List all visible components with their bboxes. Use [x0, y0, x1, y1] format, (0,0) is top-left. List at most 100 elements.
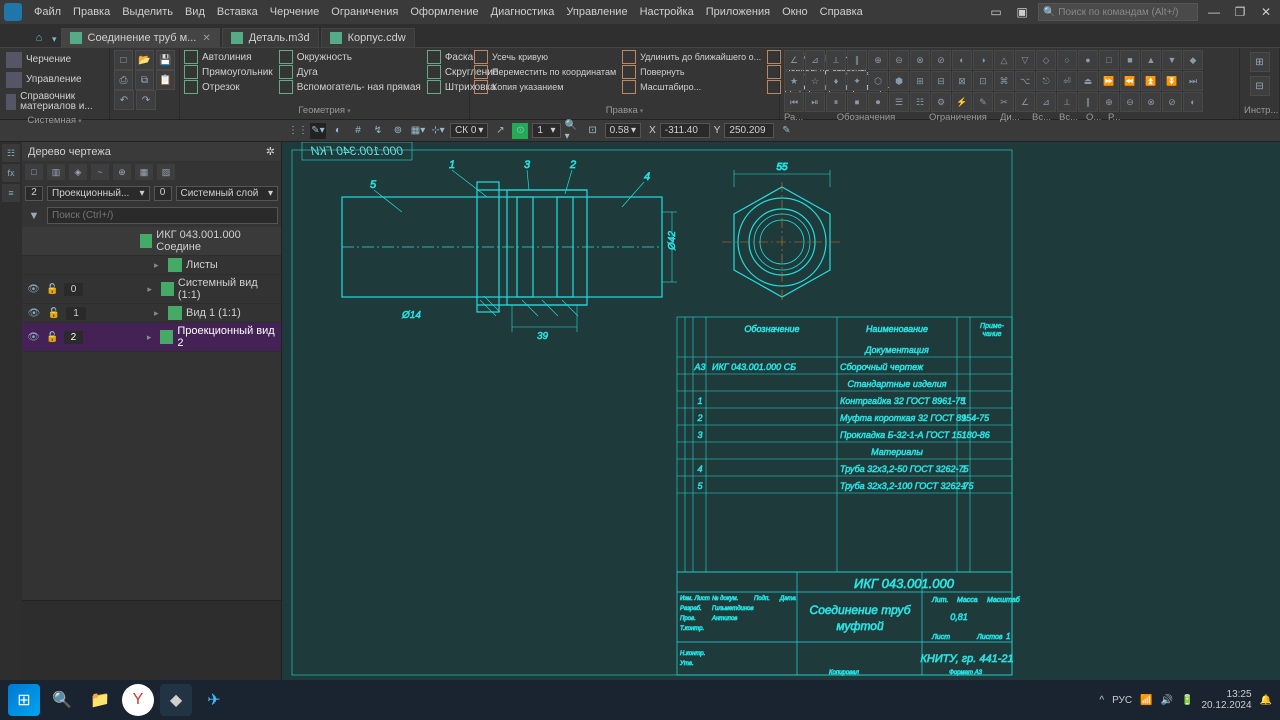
ribbon-tool-icon[interactable]: ☷: [910, 92, 930, 112]
visibility-icon[interactable]: 👁: [26, 308, 42, 319]
tree-search-input[interactable]: [47, 207, 278, 224]
menu-Приложения[interactable]: Приложения: [700, 3, 776, 21]
tt-icon[interactable]: ▥: [47, 164, 65, 180]
menu-Правка[interactable]: Правка: [67, 3, 116, 21]
t3-icon[interactable]: ↯: [370, 123, 386, 139]
ribbon-tool-icon[interactable]: ⏪: [1120, 71, 1140, 91]
doc-tab[interactable]: Соединение труб м...✕: [61, 28, 220, 47]
zoom-icon[interactable]: 🔍▾: [565, 123, 581, 139]
scale-select[interactable]: 1 ▾: [532, 123, 560, 138]
menu-Черчение[interactable]: Черчение: [264, 3, 326, 21]
ribbon-tool-icon[interactable]: ⎋: [1036, 71, 1056, 91]
grip-icon[interactable]: ⋮⋮: [290, 123, 306, 139]
axis-icon[interactable]: ⊹▾: [430, 123, 446, 139]
ribbon-tool-icon[interactable]: ⟂: [826, 50, 846, 70]
print-icon[interactable]: ⎙: [114, 70, 133, 90]
command-search[interactable]: 🔍 Поиск по командам (Alt+/): [1038, 3, 1198, 21]
doc-tab[interactable]: Деталь.m3d: [222, 28, 319, 47]
ribbon-tool-icon[interactable]: ⊘: [1162, 92, 1182, 112]
search-icon[interactable]: 🔍: [46, 684, 78, 716]
ribbon-tool-icon[interactable]: ∠: [1015, 92, 1035, 112]
tt-icon[interactable]: ◈: [69, 164, 87, 180]
ribbon-tool-icon[interactable]: △: [994, 50, 1014, 70]
menu-Окно[interactable]: Окно: [776, 3, 814, 21]
rail-props-icon[interactable]: ≡: [2, 184, 20, 202]
rail-fx-icon[interactable]: fx: [2, 164, 20, 182]
menu-Вид[interactable]: Вид: [179, 3, 211, 21]
menu-Справка[interactable]: Справка: [814, 3, 869, 21]
lock-icon[interactable]: 🔓: [45, 332, 60, 343]
notifications-icon[interactable]: 🔔: [1260, 695, 1272, 706]
ribbon-tool-icon[interactable]: ⊟: [931, 71, 951, 91]
minimize-button[interactable]: —: [1204, 4, 1224, 20]
coord-system-select[interactable]: СК 0 ▾: [450, 123, 488, 138]
menu-Ограничения[interactable]: Ограничения: [325, 3, 404, 21]
ribbon-tool-icon[interactable]: ⊖: [1120, 92, 1140, 112]
drawing-canvas[interactable]: 000.100.340 ГКИ 1: [282, 142, 1280, 680]
ribbon-tool-icon[interactable]: ▽: [1015, 50, 1035, 70]
close-button[interactable]: ✕: [1256, 4, 1276, 20]
mode-button[interactable]: Управление: [4, 70, 105, 90]
mode-button[interactable]: Справочник материалов и...: [4, 90, 105, 114]
tool-icon[interactable]: ⊞: [1250, 52, 1270, 72]
t5-icon[interactable]: ↗: [492, 123, 508, 139]
ribbon-tool-icon[interactable]: ⟂: [1057, 92, 1077, 112]
ribbon-tool-icon[interactable]: ⌥: [1015, 71, 1035, 91]
ribbon-tool-icon[interactable]: ⏭: [1183, 71, 1203, 91]
close-icon[interactable]: ✕: [202, 33, 210, 44]
home-icon[interactable]: ⌂: [30, 29, 48, 47]
ribbon-tool-icon[interactable]: □: [1099, 50, 1119, 70]
t6-icon[interactable]: ✎: [778, 123, 794, 139]
save-icon[interactable]: 💾: [156, 50, 175, 70]
ribbon-tool-icon[interactable]: ⏮: [784, 92, 804, 112]
menu-Управление[interactable]: Управление: [560, 3, 633, 21]
ribbon-tool-icon[interactable]: ♦: [826, 71, 846, 91]
ribbon-tool-icon[interactable]: ◇: [1036, 50, 1056, 70]
ribbon-tool-icon[interactable]: ⏸: [826, 92, 846, 112]
zoom-fit-icon[interactable]: ⊡: [585, 123, 601, 139]
doc-tab[interactable]: Корпус.cdw: [321, 28, 415, 47]
geom-tool[interactable]: Дуга: [279, 65, 421, 79]
yandex-icon[interactable]: Y: [122, 684, 154, 716]
explorer-icon[interactable]: 📁: [84, 684, 116, 716]
tree-root[interactable]: ИКГ 043.001.000 Соедине: [22, 227, 281, 256]
lang-indicator[interactable]: РУС: [1112, 695, 1132, 706]
lock-icon[interactable]: 🔓: [46, 308, 62, 319]
new-icon[interactable]: □: [114, 50, 133, 70]
zoom-value[interactable]: 0.58▾: [605, 123, 642, 138]
dropdown-icon[interactable]: ▾: [52, 34, 57, 45]
maximize-button[interactable]: ❐: [1230, 4, 1250, 20]
expand-icon[interactable]: ▸: [154, 308, 164, 319]
battery-icon[interactable]: 🔋: [1181, 695, 1193, 706]
ribbon-tool-icon[interactable]: ▼: [1162, 50, 1182, 70]
rail-tree-icon[interactable]: ☷: [2, 144, 20, 162]
ribbon-tool-icon[interactable]: ⏩: [1099, 71, 1119, 91]
menu-Файл[interactable]: Файл: [28, 3, 67, 21]
expand-icon[interactable]: ▸: [154, 260, 164, 271]
wifi-icon[interactable]: 📶: [1140, 695, 1152, 706]
kompas-icon[interactable]: ◆: [160, 684, 192, 716]
tree-row[interactable]: 👁🔓0▸Системный вид (1:1): [22, 275, 281, 304]
tt-icon[interactable]: ▦: [135, 164, 153, 180]
t2-icon[interactable]: #: [350, 123, 366, 139]
geom-tool[interactable]: Вспомогатель- ная прямая: [279, 80, 421, 94]
tree-row[interactable]: 👁🔓1▸Вид 1 (1:1): [22, 304, 281, 323]
layer-select-2[interactable]: Системный слой▾: [176, 186, 279, 201]
tree-row[interactable]: 👁🔓2▸Проекционный вид 2: [22, 323, 281, 352]
ribbon-tool-icon[interactable]: ⊗: [1141, 92, 1161, 112]
ribbon-tool-icon[interactable]: ⏬: [1162, 71, 1182, 91]
ribbon-tool-icon[interactable]: ⚡: [952, 92, 972, 112]
edit-tool[interactable]: Переместить по координатам: [474, 65, 616, 79]
layer-select-1[interactable]: Проекционный...▾: [47, 186, 150, 201]
coord-x[interactable]: -311.40: [660, 123, 710, 138]
ribbon-tool-icon[interactable]: ⏺: [868, 92, 888, 112]
menu-Диагностика[interactable]: Диагностика: [485, 3, 561, 21]
ribbon-tool-icon[interactable]: ✦: [847, 71, 867, 91]
ribbon-tool-icon[interactable]: ⊘: [931, 50, 951, 70]
tt-icon[interactable]: ⊕: [113, 164, 131, 180]
expand-icon[interactable]: ▸: [147, 332, 156, 343]
panel-icon[interactable]: ▭: [986, 4, 1006, 20]
ribbon-tool-icon[interactable]: ⏫: [1141, 71, 1161, 91]
ribbon-tool-icon[interactable]: ∥: [1078, 92, 1098, 112]
ribbon-tool-icon[interactable]: ∠: [784, 50, 804, 70]
